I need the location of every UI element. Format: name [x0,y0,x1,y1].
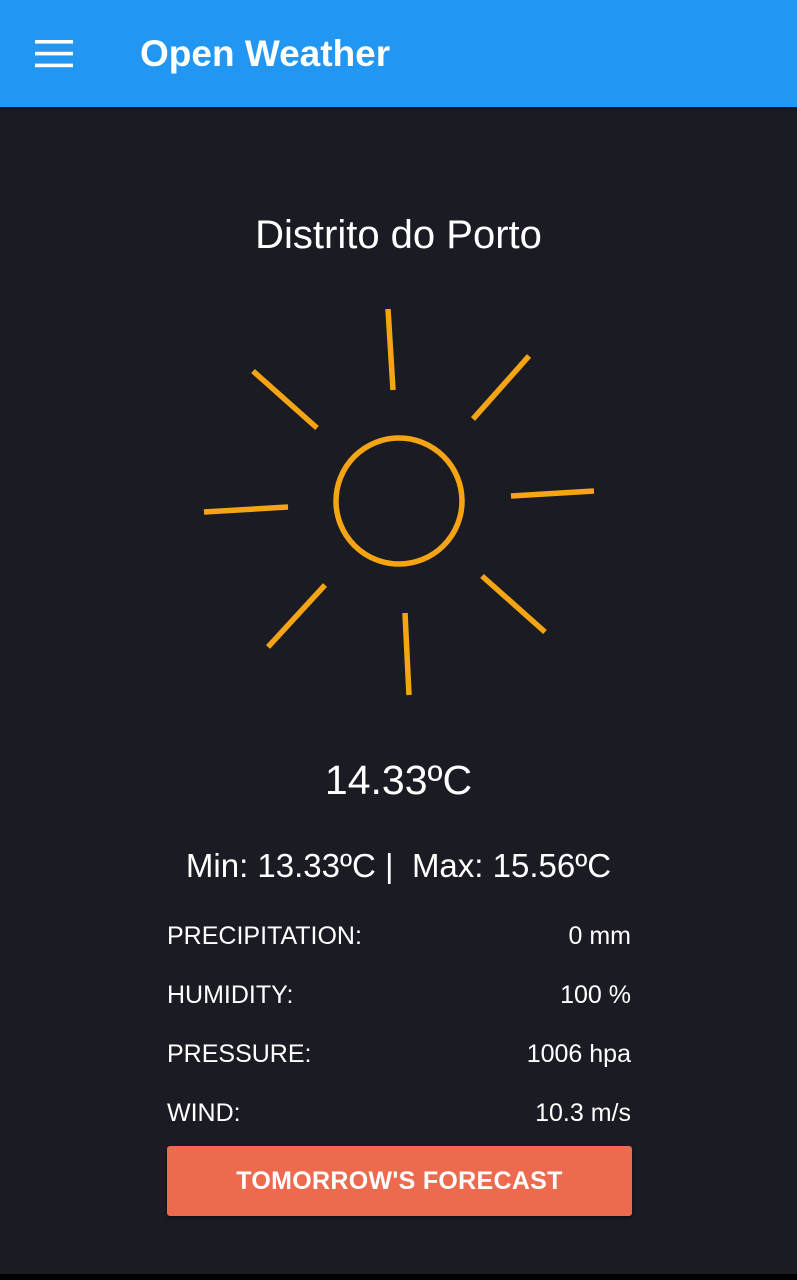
city-name: Distrito do Porto [255,213,542,257]
sun-ray [402,612,412,696]
app-bar: Open Weather [0,0,797,107]
precipitation-value: 0 mm [568,922,632,950]
precipitation-label: PRECIPITATION: [167,922,362,950]
humidity-value: 100 % [560,981,631,1009]
humidity-label: HUMIDITY: [167,981,294,1009]
tomorrow-forecast-button[interactable]: TOMORROW'S FORECAST [167,1146,632,1216]
detail-row-pressure: PRESSURE: 1006 hpa [167,1025,631,1084]
screen-bottom-edge [0,1274,797,1280]
min-max-temperature: Min: 13.33ºC | Max: 15.56ºC [185,847,612,884]
wind-label: WIND: [167,1099,241,1127]
sun-ray [480,573,547,635]
app-title: Open Weather [140,33,391,74]
sun-ray [510,488,595,499]
sun-ray [470,354,532,421]
pressure-label: PRESSURE: [167,1040,312,1068]
detail-row-wind: WIND: 10.3 m/s [167,1084,631,1143]
sun-icon [203,308,595,696]
detail-row-humidity: HUMIDITY: 100 % [167,966,631,1025]
sun-disc [333,435,465,567]
wind-value: 10.3 m/s [535,1099,631,1127]
sun-ray [203,504,289,515]
sun-ray [385,308,396,391]
hamburger-menu-icon[interactable] [35,40,73,68]
weather-details: PRECIPITATION: 0 mm HUMIDITY: 100 % PRES… [167,907,631,1143]
pressure-value: 1006 hpa [526,1040,631,1068]
main-content: Distrito do Porto 14.33ºC Min: 13.33ºC |… [0,107,797,1280]
menu-button[interactable] [24,30,84,78]
sun-ray [265,583,328,649]
current-temperature: 14.33ºC [324,757,473,803]
sun-ray [251,368,319,431]
detail-row-precipitation: PRECIPITATION: 0 mm [167,907,631,966]
